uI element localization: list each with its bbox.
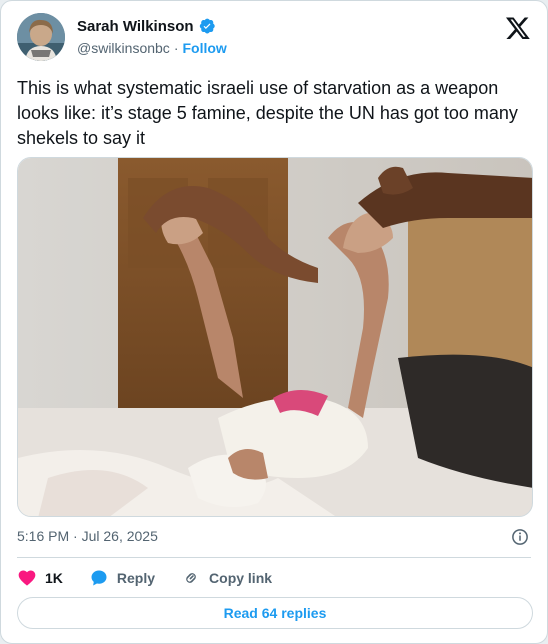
author-handle[interactable]: @swilkinsonbc <box>77 40 170 56</box>
reply-button[interactable]: Reply <box>89 568 155 588</box>
name-row: Sarah Wilkinson <box>77 17 216 35</box>
x-logo-icon[interactable] <box>505 15 531 41</box>
divider <box>17 557 531 558</box>
like-button[interactable]: 1K <box>17 568 63 588</box>
action-bar: 1K Reply Copy link <box>17 567 298 589</box>
copy-link-label: Copy link <box>209 570 273 586</box>
info-icon[interactable] <box>511 528 529 546</box>
reply-bubble-icon <box>91 570 107 586</box>
separator-dot: · <box>173 40 179 56</box>
reply-label: Reply <box>116 570 156 586</box>
tweet-header: Sarah Wilkinson @swilkinsonbc · Follow <box>17 13 531 65</box>
likes-count: 1K <box>45 570 63 586</box>
avatar[interactable] <box>17 13 65 61</box>
verified-badge-icon <box>198 17 216 35</box>
tweet-timestamp[interactable]: 5:16 PM · Jul 26, 2025 <box>17 528 158 544</box>
link-icon <box>186 573 196 583</box>
heart-icon <box>18 570 36 586</box>
author-name[interactable]: Sarah Wilkinson <box>77 18 194 35</box>
follow-button[interactable]: Follow <box>182 40 226 56</box>
handle-row: @swilkinsonbc · Follow <box>77 40 227 56</box>
read-replies-button[interactable]: Read 64 replies <box>17 597 533 629</box>
tweet-text: This is what systematic israeli use of s… <box>17 78 518 148</box>
avatar-image <box>17 13 65 61</box>
media-photo-icon <box>18 158 532 516</box>
timestamp-row: 5:16 PM · Jul 26, 2025 <box>17 528 531 548</box>
tweet-card: Sarah Wilkinson @swilkinsonbc · Follow T… <box>0 0 548 644</box>
tweet-media[interactable] <box>17 157 533 517</box>
copy-link-button[interactable]: Copy link <box>181 568 272 588</box>
